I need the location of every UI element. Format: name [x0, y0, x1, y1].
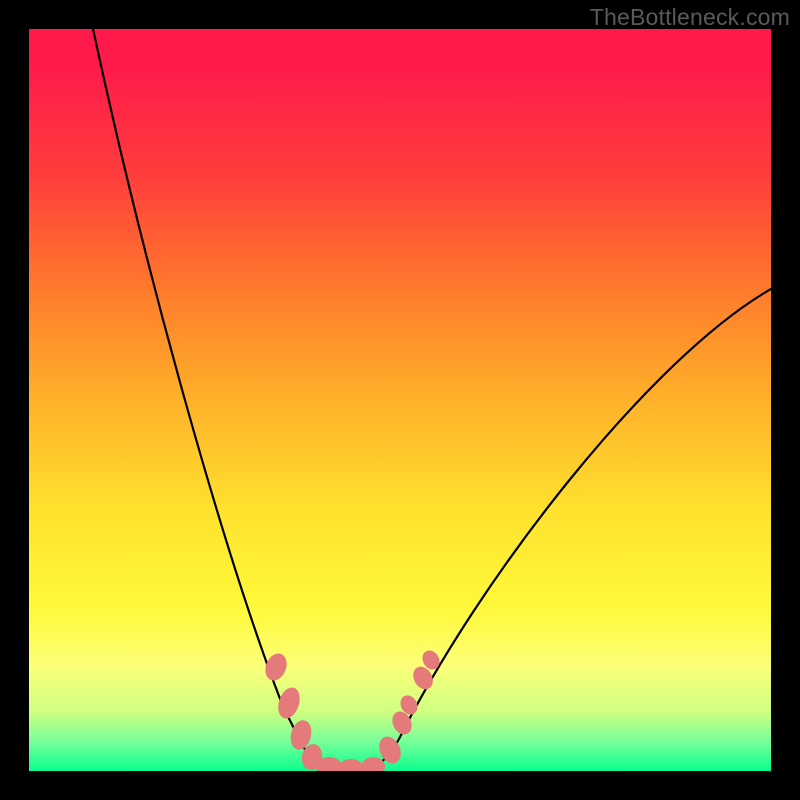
data-marker [360, 756, 386, 771]
marker-layer [29, 29, 771, 771]
chart-frame: TheBottleneck.com [0, 0, 800, 800]
watermark-text: TheBottleneck.com [590, 4, 790, 31]
data-marker [275, 685, 304, 722]
data-marker [338, 759, 364, 771]
plot-area [29, 29, 771, 771]
data-marker [261, 650, 290, 683]
